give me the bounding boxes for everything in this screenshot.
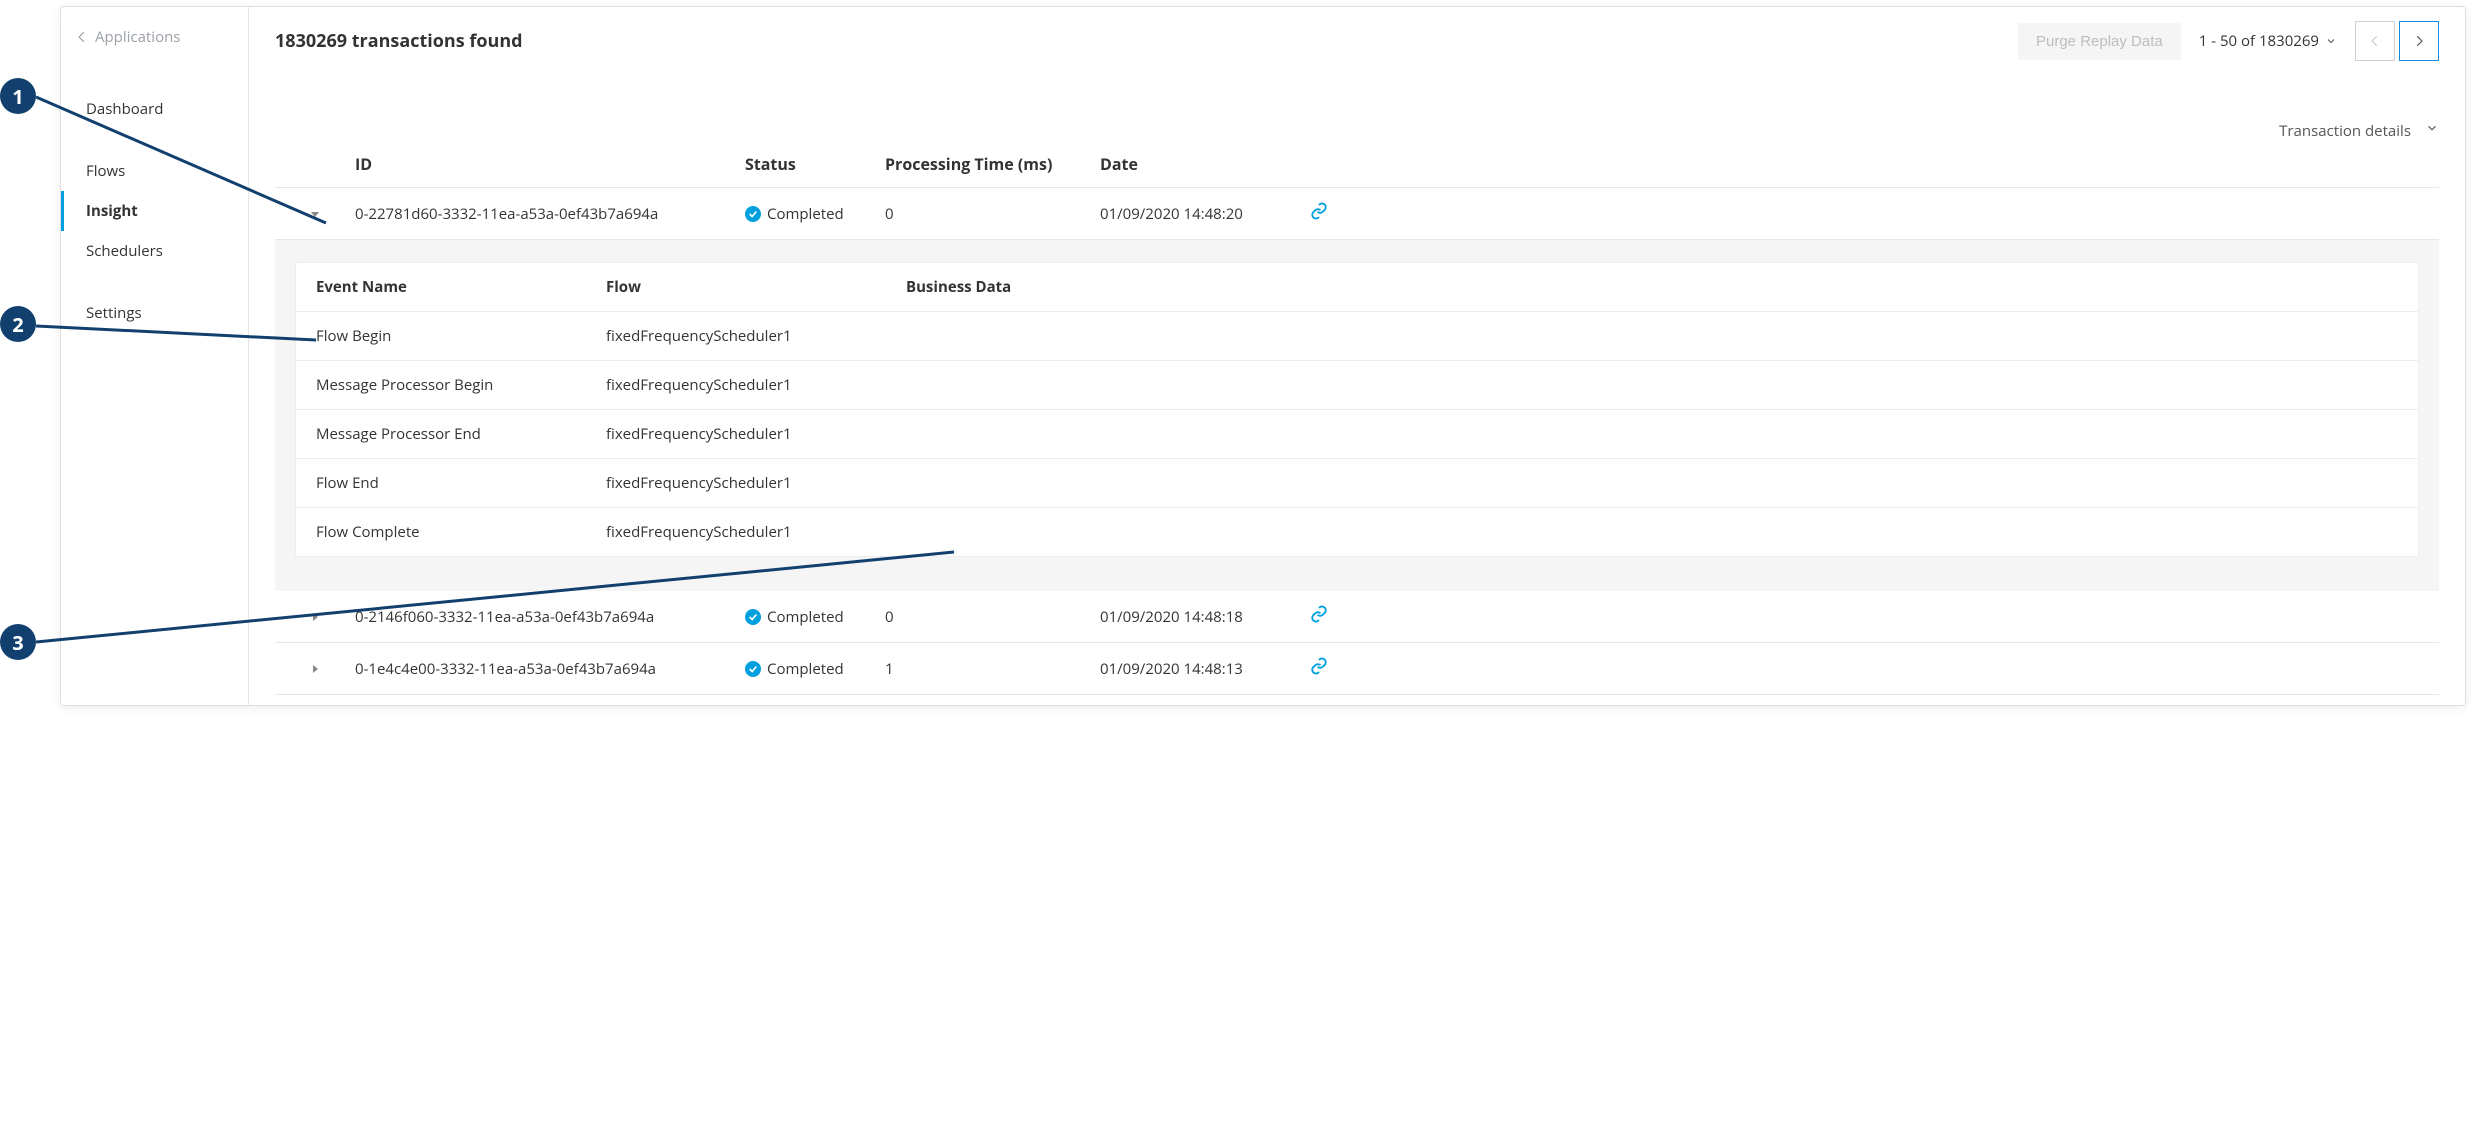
table-row[interactable]: 0-1e4c4e00-3332-11ea-a53a-0ef43b7a694a C… [275,643,2439,695]
table-row[interactable]: 0-22781d60-3332-11ea-a53a-0ef43b7a694a C… [275,188,2439,240]
caret-down-icon[interactable] [309,208,321,220]
sidebar: Applications Dashboard Flows Insight Sch… [61,7,249,705]
page-title: 1830269 transactions found [275,29,523,53]
arrow-left-icon [75,30,89,44]
cell-date: 01/09/2020 14:48:13 [1100,659,1310,679]
sidebar-item-settings[interactable]: Settings [61,293,248,333]
chevron-left-icon [2368,34,2382,48]
status-completed-icon [745,661,761,677]
col-date: Date [1100,153,1310,175]
link-icon[interactable] [1310,202,1370,225]
event-row: Flow Complete fixedFrequencyScheduler1 [296,508,2418,556]
col-ptime: Processing Time (ms) [885,153,1100,175]
annotation-2: 2 [0,306,36,342]
back-label: Applications [95,27,180,47]
sidebar-item-flows[interactable]: Flows [61,151,248,191]
pagination-dropdown[interactable]: 1 - 50 of 1830269 [2199,31,2337,51]
table-header: ID Status Processing Time (ms) Date [275,153,2439,188]
caret-right-icon[interactable] [309,611,321,623]
expanded-events-panel: Event Name Flow Business Data Flow Begin… [275,240,2439,591]
pager-prev-button[interactable] [2355,21,2395,61]
event-row: Flow End fixedFrequencyScheduler1 [296,459,2418,508]
cell-status: Completed [767,659,844,679]
main-content: 1830269 transactions found Purge Replay … [249,7,2465,705]
sidebar-item-dashboard[interactable]: Dashboard [61,89,248,129]
cell-date: 01/09/2020 14:48:20 [1100,204,1310,224]
link-icon[interactable] [1310,657,1370,680]
purge-replay-button[interactable]: Purge Replay Data [2018,23,2181,60]
chevron-right-icon [2412,34,2426,48]
cell-status: Completed [767,204,844,224]
status-completed-icon [745,609,761,625]
transaction-details-toggle[interactable]: Transaction details [275,121,2439,153]
topbar: 1830269 transactions found Purge Replay … [275,21,2439,121]
annotation-3: 3 [0,624,36,660]
sub-table-header: Event Name Flow Business Data [296,263,2418,312]
cell-ptime: 0 [885,607,1100,627]
sidebar-item-schedulers[interactable]: Schedulers [61,231,248,271]
chevron-down-icon [2325,35,2337,47]
link-icon[interactable] [1310,605,1370,628]
sidebar-item-insight[interactable]: Insight [61,191,248,231]
cell-status: Completed [767,607,844,627]
annotation-1: 1 [0,78,36,114]
transactions-table: ID Status Processing Time (ms) Date 0-22… [275,153,2439,695]
table-row[interactable]: 0-2146f060-3332-11ea-a53a-0ef43b7a694a C… [275,591,2439,643]
pager [2355,21,2439,61]
event-row: Message Processor End fixedFrequencySche… [296,410,2418,459]
back-to-applications[interactable]: Applications [61,19,248,69]
cell-date: 01/09/2020 14:48:18 [1100,607,1310,627]
cell-ptime: 0 [885,204,1100,224]
event-row: Message Processor Begin fixedFrequencySc… [296,361,2418,410]
col-status: Status [745,153,885,175]
col-id: ID [355,153,745,175]
caret-right-icon[interactable] [309,663,321,675]
cell-id: 0-22781d60-3332-11ea-a53a-0ef43b7a694a [355,204,745,224]
pager-next-button[interactable] [2399,21,2439,61]
status-completed-icon [745,206,761,222]
cell-ptime: 1 [885,659,1100,679]
chevron-down-icon [2425,121,2439,135]
cell-id: 0-2146f060-3332-11ea-a53a-0ef43b7a694a [355,607,745,627]
app-window: Applications Dashboard Flows Insight Sch… [60,6,2466,706]
event-row: Flow Begin fixedFrequencyScheduler1 [296,312,2418,361]
cell-id: 0-1e4c4e00-3332-11ea-a53a-0ef43b7a694a [355,659,745,679]
